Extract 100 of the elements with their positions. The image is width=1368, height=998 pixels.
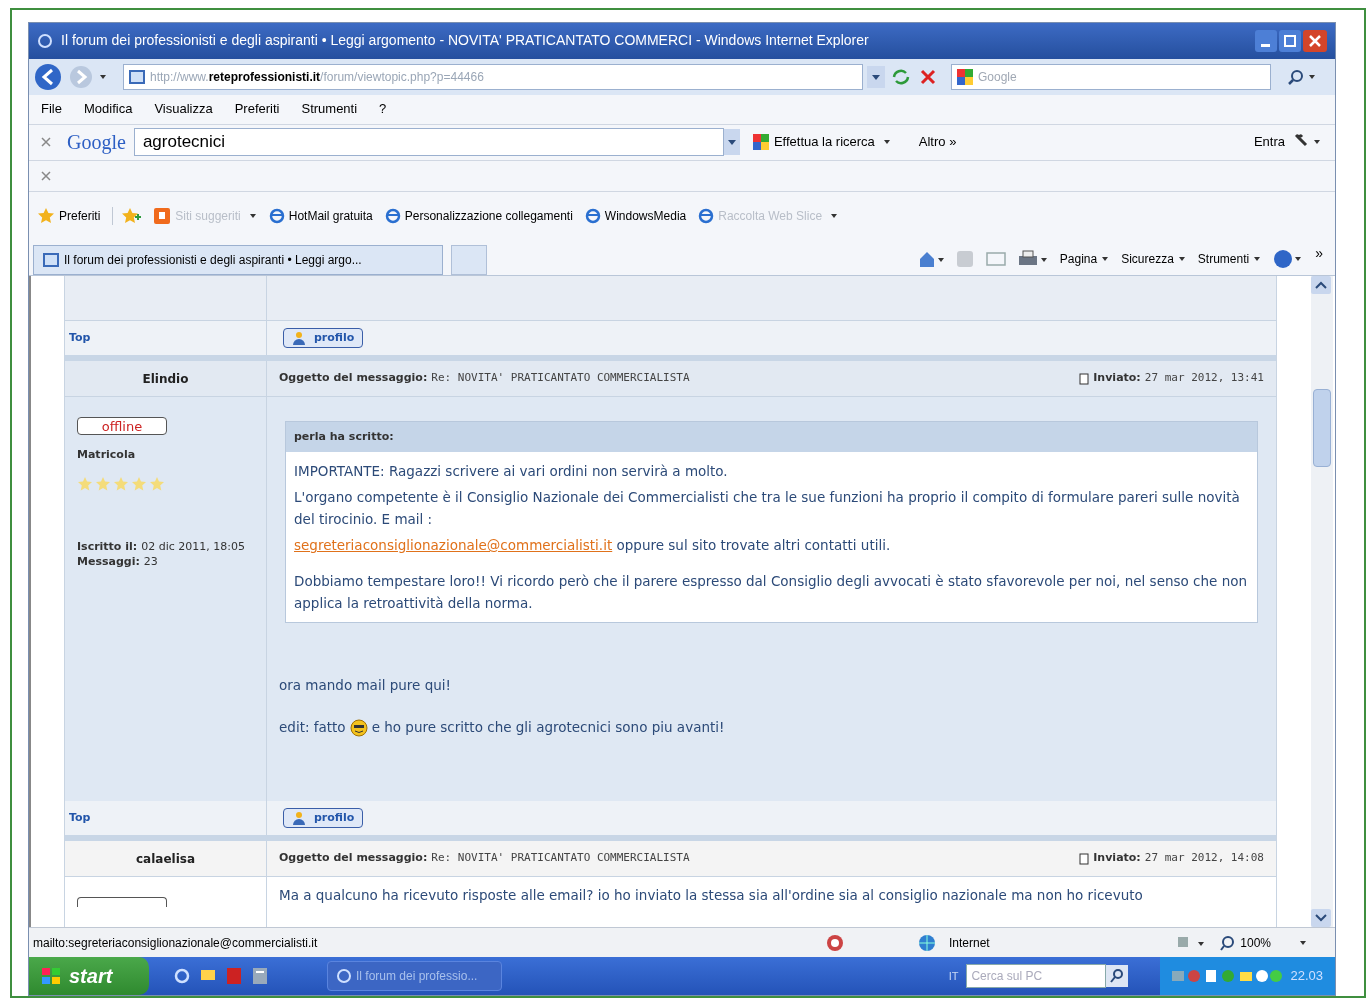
browser-icon bbox=[37, 32, 53, 49]
profile-button[interactable]: profilo bbox=[283, 328, 364, 349]
menu-item[interactable]: File bbox=[41, 99, 62, 119]
search-placeholder: Google bbox=[978, 68, 1017, 86]
page-icon bbox=[128, 68, 146, 85]
google-logo: Google bbox=[67, 130, 126, 156]
quote-text: L'organo competente è il Consiglio Nazionale dei Commercialisti che tra le sue funzioni ha proprio il compito di formulare pareri sulle novità del tirocinio. E mail : bbox=[294, 488, 1241, 530]
page-icon bbox=[42, 252, 60, 269]
clock: 22.03 bbox=[1290, 967, 1323, 986]
language-indicator[interactable]: IT bbox=[948, 967, 959, 985]
scroll-down-icon bbox=[1311, 909, 1333, 928]
menu-item[interactable]: Modifica bbox=[83, 99, 133, 119]
more-link[interactable]: Altro » bbox=[918, 132, 957, 152]
message-text: edit: fatto bbox=[279, 718, 346, 738]
message-text: e ho pure scritto che gli agrotecnici sono piu avanti! bbox=[371, 718, 725, 738]
new-tab-button[interactable] bbox=[451, 245, 487, 276]
query-field[interactable]: agrotecnici bbox=[133, 128, 724, 157]
favorites-button[interactable]: Preferiti bbox=[37, 207, 114, 226]
close-icon bbox=[41, 137, 51, 148]
start-button[interactable]: start bbox=[29, 957, 149, 995]
profile-button[interactable]: profilo bbox=[283, 808, 364, 829]
home-icon bbox=[917, 250, 944, 269]
quote-text: segreteriaconsiglionazionale@commercialisti.it oppure sul sito trovate altri contatti utili. bbox=[294, 536, 892, 556]
posted-label: Inviato: bbox=[1093, 370, 1141, 387]
status-button[interactable] bbox=[77, 897, 167, 908]
url-path: /forum/viewtopic.php?p=44466 bbox=[320, 68, 484, 86]
suggested-sites-icon bbox=[153, 207, 172, 226]
url-domain: reteprofessionisti.it bbox=[208, 68, 321, 86]
address-field[interactable]: http://www.reteprofessionisti.it/forum/viewtopic.php?p=44466 bbox=[123, 63, 863, 90]
favorite-link[interactable]: WindowsMedia bbox=[584, 207, 687, 226]
star-icon bbox=[131, 475, 147, 492]
top-link[interactable]: Top bbox=[69, 809, 91, 827]
close-icon bbox=[41, 171, 51, 182]
menu-item[interactable]: Visualizza bbox=[154, 99, 213, 119]
page-icon bbox=[268, 208, 285, 225]
overflow-chevron[interactable]: » bbox=[1315, 243, 1323, 265]
post-icon bbox=[1079, 372, 1090, 385]
star-icon bbox=[95, 475, 111, 492]
search-button[interactable]: Effettua la ricerca bbox=[751, 132, 875, 152]
star-icon bbox=[37, 207, 55, 226]
maximize-icon bbox=[1279, 29, 1301, 52]
message-text: Ma a qualcuno ha ricevuto risposte alle email? io ho inviato la stessa sia all'ordine sia al consiglio nazionale ma non ho ricevuto bbox=[279, 886, 1143, 906]
search-icon bbox=[1106, 965, 1129, 988]
tab-title: Il forum dei professionisti e degli aspiranti • Leggi argo... bbox=[64, 252, 362, 270]
add-favorite-icon bbox=[121, 207, 142, 226]
pdf-icon bbox=[225, 967, 243, 986]
joined-date: 02 dic 2011, 18:05 bbox=[141, 539, 245, 553]
posted-date: 27 mar 2012, 14:08 bbox=[1144, 850, 1264, 867]
caret-icon bbox=[1299, 938, 1307, 947]
star-icon bbox=[149, 475, 165, 492]
author-name: Elindio bbox=[142, 370, 189, 388]
star-icon bbox=[113, 475, 129, 492]
back-icon bbox=[33, 61, 63, 92]
close-icon bbox=[1303, 29, 1327, 52]
user-icon bbox=[292, 811, 306, 826]
status-button[interactable]: offline bbox=[77, 417, 167, 436]
zoom-button[interactable]: 100% bbox=[1220, 933, 1271, 952]
page-icon bbox=[698, 208, 715, 225]
browser-icon bbox=[336, 968, 352, 985]
menu-item[interactable]: ? bbox=[379, 99, 387, 119]
post-subject: Re: NOVITA' PRATICANTATO COMMERCIALISTA bbox=[431, 370, 690, 387]
zone-label: Internet bbox=[949, 934, 990, 952]
command-menu[interactable]: Sicurezza bbox=[1121, 250, 1186, 269]
windows-logo-icon bbox=[41, 967, 61, 986]
caret-icon bbox=[99, 72, 107, 81]
user-rank: Matricola bbox=[77, 447, 137, 464]
post-subject: Re: NOVITA' PRATICANTATO COMMERCIALISTA bbox=[431, 850, 690, 867]
favorite-link[interactable]: HotMail gratuita bbox=[268, 207, 373, 226]
page-icon bbox=[584, 208, 601, 225]
favorite-link[interactable]: Personalizzazione collegamenti bbox=[384, 207, 573, 226]
mail-icon bbox=[985, 251, 1006, 268]
message-text: ora mando mail pure qui! bbox=[279, 676, 451, 696]
google-icon bbox=[956, 67, 974, 86]
post-icon bbox=[1079, 852, 1090, 865]
command-menu[interactable]: Strumenti bbox=[1197, 250, 1262, 269]
quote-header: perla ha scritto: bbox=[286, 422, 1257, 453]
top-link[interactable]: Top bbox=[69, 329, 91, 347]
menu-item[interactable]: Preferiti bbox=[234, 99, 280, 119]
subject-label: Oggetto del messaggio: bbox=[279, 370, 428, 387]
zoom-icon bbox=[1220, 934, 1237, 951]
scroll-thumb[interactable] bbox=[1313, 389, 1331, 468]
posts-label: Messaggi: bbox=[77, 554, 140, 568]
window-title: Il forum dei professionisti e degli aspiranti • Leggi argomento - NOVITA' PRATICANTATO COMMERCI - Windows Internet Explorer bbox=[61, 31, 870, 51]
globe-icon bbox=[917, 932, 937, 953]
user-icon bbox=[292, 331, 306, 346]
scrollbar[interactable] bbox=[1311, 276, 1333, 928]
sign-in-link[interactable]: Entra bbox=[1253, 132, 1285, 152]
url-prefix: http://www. bbox=[150, 68, 209, 86]
author-name: calaelisa bbox=[136, 850, 195, 868]
browser-tab[interactable]: Il forum dei professionisti e degli aspiranti • Leggi argo... bbox=[33, 245, 443, 276]
post-count: 23 bbox=[143, 554, 158, 568]
minimize-icon bbox=[1255, 29, 1277, 52]
command-menu[interactable]: Pagina bbox=[1059, 250, 1110, 269]
posted-date: 27 mar 2012, 13:41 bbox=[1144, 370, 1264, 387]
quote-text: IMPORTANTE: Ragazzi scrivere ai vari ordini non servirà a molto. bbox=[294, 462, 729, 482]
subject-label: Oggetto del messaggio: bbox=[279, 850, 428, 867]
dropdown-icon bbox=[867, 65, 885, 88]
menu-item[interactable]: Strumenti bbox=[301, 99, 358, 119]
star-icon bbox=[77, 475, 93, 492]
posted-label: Inviato: bbox=[1093, 850, 1141, 867]
